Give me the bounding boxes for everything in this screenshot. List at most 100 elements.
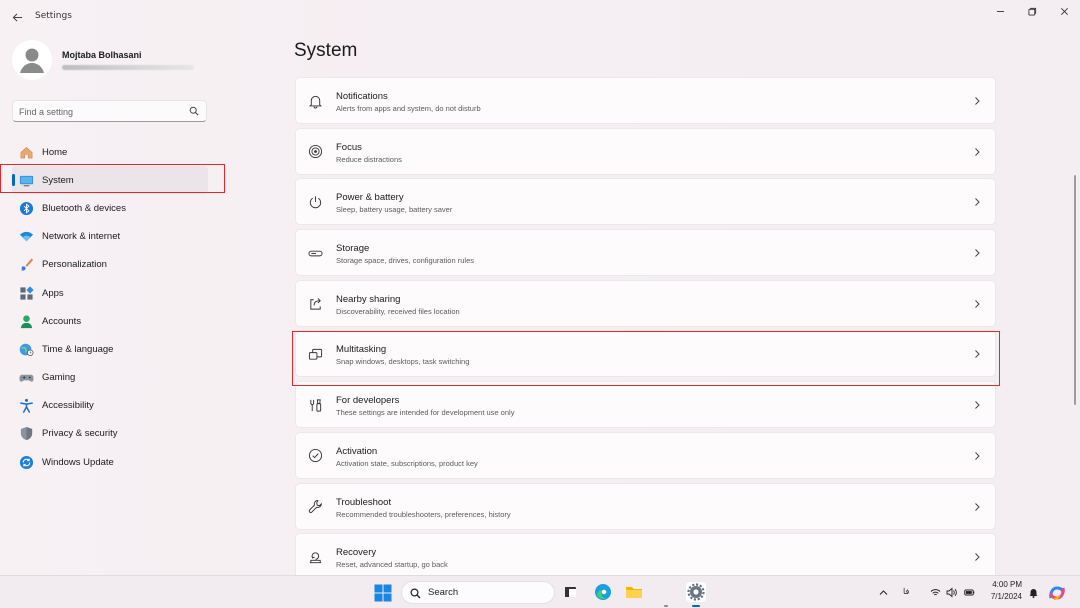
card-subtitle: Reduce distractions xyxy=(336,154,402,164)
sidebar-item-home[interactable]: Home xyxy=(12,138,212,166)
chevron-right-icon xyxy=(975,350,980,359)
taskbar-search-label: Search xyxy=(428,587,459,598)
sidebar-item-accounts[interactable]: Accounts xyxy=(12,307,212,335)
card-troubleshoot[interactable]: Troubleshoot Recommended troubleshooters… xyxy=(295,482,996,530)
gamepad-icon xyxy=(18,370,34,386)
restore-button[interactable] xyxy=(1022,4,1042,18)
card-recovery[interactable]: Recovery Reset, advanced startup, go bac… xyxy=(295,533,996,575)
recovery-icon xyxy=(307,549,323,565)
card-subtitle: Sleep, battery usage, battery saver xyxy=(336,205,453,215)
system-icon xyxy=(18,172,34,188)
share-icon xyxy=(307,296,323,312)
sidebar-item-time-language[interactable]: Time & language xyxy=(12,335,212,363)
focus-icon xyxy=(307,144,323,160)
taskbar-search[interactable]: Search xyxy=(401,581,555,604)
card-storage[interactable]: Storage Storage space, drives, configura… xyxy=(295,229,996,277)
chevron-right-icon xyxy=(975,502,980,511)
card-subtitle: Recommended troubleshooters, preferences… xyxy=(336,509,511,519)
chevron-right-icon xyxy=(975,451,980,460)
card-notifications[interactable]: Notifications Alerts from apps and syste… xyxy=(295,77,996,124)
taskbar-app-settings[interactable] xyxy=(686,582,706,602)
scrollbar[interactable] xyxy=(1074,175,1076,405)
sidebar-item-gaming[interactable]: Gaming xyxy=(12,364,212,392)
card-multitasking[interactable]: Multitasking Snap windows, desktops, tas… xyxy=(295,330,996,378)
minimize-button[interactable] xyxy=(990,4,1010,18)
card-subtitle: Snap windows, desktops, task switching xyxy=(336,357,470,367)
taskbar-app-file-explorer[interactable] xyxy=(624,582,644,602)
notification-bell-icon[interactable] xyxy=(1027,586,1039,598)
accessibility-icon xyxy=(18,398,34,414)
app-title: Settings xyxy=(35,11,72,21)
sidebar-item-label: Accessibility xyxy=(42,400,94,412)
card-subtitle: Activation state, subscriptions, product… xyxy=(336,458,478,468)
power-icon xyxy=(307,194,323,210)
card-title: Multitasking xyxy=(336,344,387,356)
sidebar-item-label: Personalization xyxy=(42,259,107,271)
sidebar-item-privacy[interactable]: Privacy & security xyxy=(12,420,212,448)
sidebar-item-network[interactable]: Network & internet xyxy=(12,223,212,251)
sidebar-item-label: System xyxy=(42,174,74,186)
card-title: Recovery xyxy=(336,547,377,559)
sidebar-item-bluetooth[interactable]: Bluetooth & devices xyxy=(12,194,212,222)
battery-icon[interactable] xyxy=(963,586,975,598)
card-subtitle: Discoverability, received files location xyxy=(336,306,460,316)
taskbar-running-indicator xyxy=(664,605,668,607)
card-subtitle: Storage space, drives, configuration rul… xyxy=(336,256,474,266)
sidebar-item-label: Windows Update xyxy=(42,456,114,468)
card-title: For developers xyxy=(336,395,400,407)
back-button[interactable] xyxy=(8,8,26,26)
wrench-icon xyxy=(307,499,323,515)
sidebar-item-windows-update[interactable]: Windows Update xyxy=(12,448,212,476)
taskbar-app-edge[interactable] xyxy=(593,582,613,602)
card-power-battery[interactable]: Power & battery Sleep, battery usage, ba… xyxy=(295,178,996,226)
sidebar-item-label: Apps xyxy=(42,287,64,299)
page-title: System xyxy=(294,40,358,61)
wifi-status-icon[interactable] xyxy=(929,586,941,598)
card-for-developers[interactable]: For developers These settings are intend… xyxy=(295,381,996,429)
find-setting-search xyxy=(12,100,207,122)
sidebar-item-label: Network & internet xyxy=(42,231,121,243)
sidebar-item-label: Accounts xyxy=(42,315,82,327)
clock-date[interactable]: 7/1/2024 xyxy=(984,592,1022,601)
avatar xyxy=(12,40,52,80)
chevron-right-icon xyxy=(975,249,980,257)
taskbar-app-task-view[interactable] xyxy=(561,582,581,602)
card-activation[interactable]: Activation Activation state, subscriptio… xyxy=(295,431,996,479)
sidebar-item-label: Privacy & security xyxy=(42,428,118,440)
sidebar-item-personalization[interactable]: Personalization xyxy=(12,251,212,279)
bell-icon xyxy=(307,93,323,109)
chevron-right-icon xyxy=(975,147,980,156)
task-view-icon xyxy=(565,587,576,597)
chevron-right-icon xyxy=(975,198,980,207)
card-subtitle: Reset, advanced startup, go back xyxy=(336,560,448,570)
back-arrow-icon xyxy=(12,12,22,22)
globe-icon xyxy=(18,341,34,357)
card-focus[interactable]: Focus Reduce distractions xyxy=(295,127,996,175)
sidebar-nav: Home System Bluetooth & devices Network … xyxy=(12,138,212,476)
folder-icon xyxy=(626,587,642,598)
volume-icon[interactable] xyxy=(945,586,957,598)
user-profile[interactable]: Mojtaba Bolhasani xyxy=(12,40,212,82)
close-button[interactable] xyxy=(1054,4,1074,18)
copilot-button[interactable] xyxy=(1047,583,1067,603)
input-language-indicator[interactable]: فا xyxy=(903,587,909,596)
start-button[interactable] xyxy=(374,584,392,602)
search-input[interactable] xyxy=(19,104,179,119)
card-nearby-sharing[interactable]: Nearby sharing Discoverability, received… xyxy=(295,279,996,327)
gear-icon xyxy=(687,583,705,601)
sidebar-item-accessibility[interactable]: Accessibility xyxy=(12,392,212,420)
wifi-icon xyxy=(18,229,34,245)
sidebar-item-system[interactable]: System xyxy=(12,166,208,195)
sidebar-item-apps[interactable]: Apps xyxy=(12,279,212,307)
chevron-right-icon xyxy=(975,401,980,409)
clock-time[interactable]: 4:00 PM xyxy=(984,580,1022,589)
apps-icon xyxy=(18,285,34,301)
chevron-right-icon xyxy=(975,299,980,308)
sidebar-item-label: Gaming xyxy=(42,372,76,384)
edge-browser-icon xyxy=(595,584,611,600)
show-hidden-icons-button[interactable] xyxy=(877,586,889,598)
copilot-icon xyxy=(1049,586,1065,601)
accounts-icon xyxy=(18,313,34,329)
developer-tools-icon xyxy=(307,397,323,413)
title-bar: Settings xyxy=(0,0,1080,34)
